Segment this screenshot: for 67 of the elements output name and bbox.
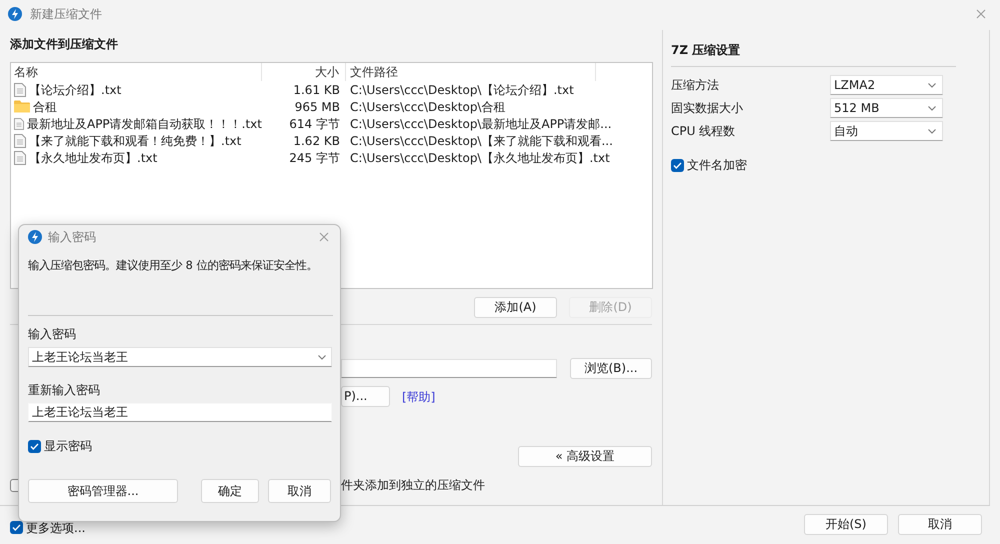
- checkbox-label: 文件名加密: [687, 157, 747, 174]
- checkbox-label: 件夹添加到独立的压缩文件: [341, 477, 485, 494]
- file-path: C:\Users\ccc\Desktop\最新地址及APP请发邮...: [349, 116, 613, 132]
- dialog-title: 输入密码: [48, 229, 96, 246]
- window-title: 新建压缩文件: [30, 6, 102, 23]
- document-icon: [14, 150, 26, 164]
- ok-button[interactable]: 确定: [201, 479, 259, 503]
- file-name[interactable]: 【论坛介绍】.txt: [29, 80, 122, 98]
- dropdown[interactable]: LZMA2: [830, 75, 943, 95]
- dropdown[interactable]: 512 MB: [830, 98, 943, 118]
- file-size: 245 字节: [288, 150, 341, 166]
- help-link[interactable]: [帮助]: [402, 388, 436, 406]
- field-label: 压缩方法: [671, 77, 720, 94]
- file-size: 614 字节: [288, 116, 341, 132]
- file-path: C:\Users\ccc\Desktop\【永久地址发布页】.txt: [349, 150, 611, 166]
- file-name[interactable]: 最新地址及APP请发邮箱自动获取！！！.txt: [26, 114, 262, 132]
- document-icon: [14, 82, 26, 96]
- checkbox[interactable]: [10, 521, 23, 534]
- chevron-icon: [928, 128, 936, 134]
- section-heading: 添加文件到压缩文件: [10, 36, 119, 53]
- file-size: 1.62 KB: [292, 132, 341, 150]
- checkmark-icon: [30, 442, 39, 450]
- document-icon: [14, 134, 26, 148]
- close-icon[interactable]: [976, 9, 986, 19]
- checkbox[interactable]: [671, 158, 684, 172]
- field-label: 重新输入密码: [28, 382, 101, 396]
- file-size: 1.61 KB: [292, 82, 341, 98]
- file-size: 965 MB: [294, 98, 341, 116]
- file-path: C:\Users\ccc\Desktop\【论坛介绍】.txt: [349, 82, 575, 98]
- chevron-icon: [928, 82, 936, 88]
- close-icon[interactable]: [319, 232, 329, 242]
- dropdown[interactable]: 自动: [830, 121, 943, 141]
- chevron-icon: [928, 106, 936, 110]
- cancel-button[interactable]: 取消: [898, 514, 982, 535]
- options-button[interactable]: P)...: [341, 386, 390, 407]
- add-button[interactable]: 添加(A): [474, 297, 557, 318]
- checkmark-icon: [12, 524, 21, 531]
- dialog-message: 输入压缩包密码。建议使用至少 8 位的密码来保证安全性。: [28, 258, 318, 273]
- confirm-password-field[interactable]: 上老王论坛当老王: [28, 403, 332, 422]
- column-header[interactable]: 名称: [11, 63, 262, 81]
- panel-title: 7Z 压缩设置: [671, 42, 742, 59]
- advanced-settings-button[interactable]: « 高级设置: [518, 446, 652, 467]
- password-field[interactable]: 上老王论坛当老王: [28, 347, 332, 367]
- column-header[interactable]: 文件路径: [346, 63, 596, 81]
- field-label: CPU 线程数: [671, 123, 736, 140]
- checkbox-label: 更多选项...: [26, 520, 86, 536]
- app-icon: [28, 230, 42, 244]
- folder-icon: [14, 100, 30, 113]
- file-path: C:\Users\ccc\Desktop\合租: [349, 98, 506, 116]
- browse-button[interactable]: 浏览(B)...: [570, 358, 652, 379]
- field-label: 输入密码: [28, 326, 77, 340]
- document-icon: [14, 116, 24, 130]
- start-button[interactable]: 开始(S): [804, 514, 888, 535]
- password-manager-button[interactable]: 密码管理器...: [28, 479, 178, 503]
- file-path: C:\Users\ccc\Desktop\【来了就能下载和观看...: [349, 132, 614, 150]
- file-name[interactable]: 【来了就能下载和观看！纯免费！】.txt: [29, 132, 242, 150]
- file-name[interactable]: 【永久地址发布页】.txt: [29, 148, 158, 166]
- field-label: 固实数据大小: [671, 100, 744, 117]
- checkbox-label: 显示密码: [44, 438, 92, 455]
- path-field[interactable]: [341, 359, 557, 378]
- checkmark-icon: [673, 162, 682, 168]
- checkbox[interactable]: [28, 440, 41, 452]
- file-name[interactable]: 合租: [33, 98, 57, 116]
- column-header[interactable]: 大小: [262, 63, 346, 81]
- app-icon: [8, 7, 22, 21]
- chevron-icon: [318, 355, 326, 360]
- cancel-button[interactable]: 取消: [268, 479, 331, 503]
